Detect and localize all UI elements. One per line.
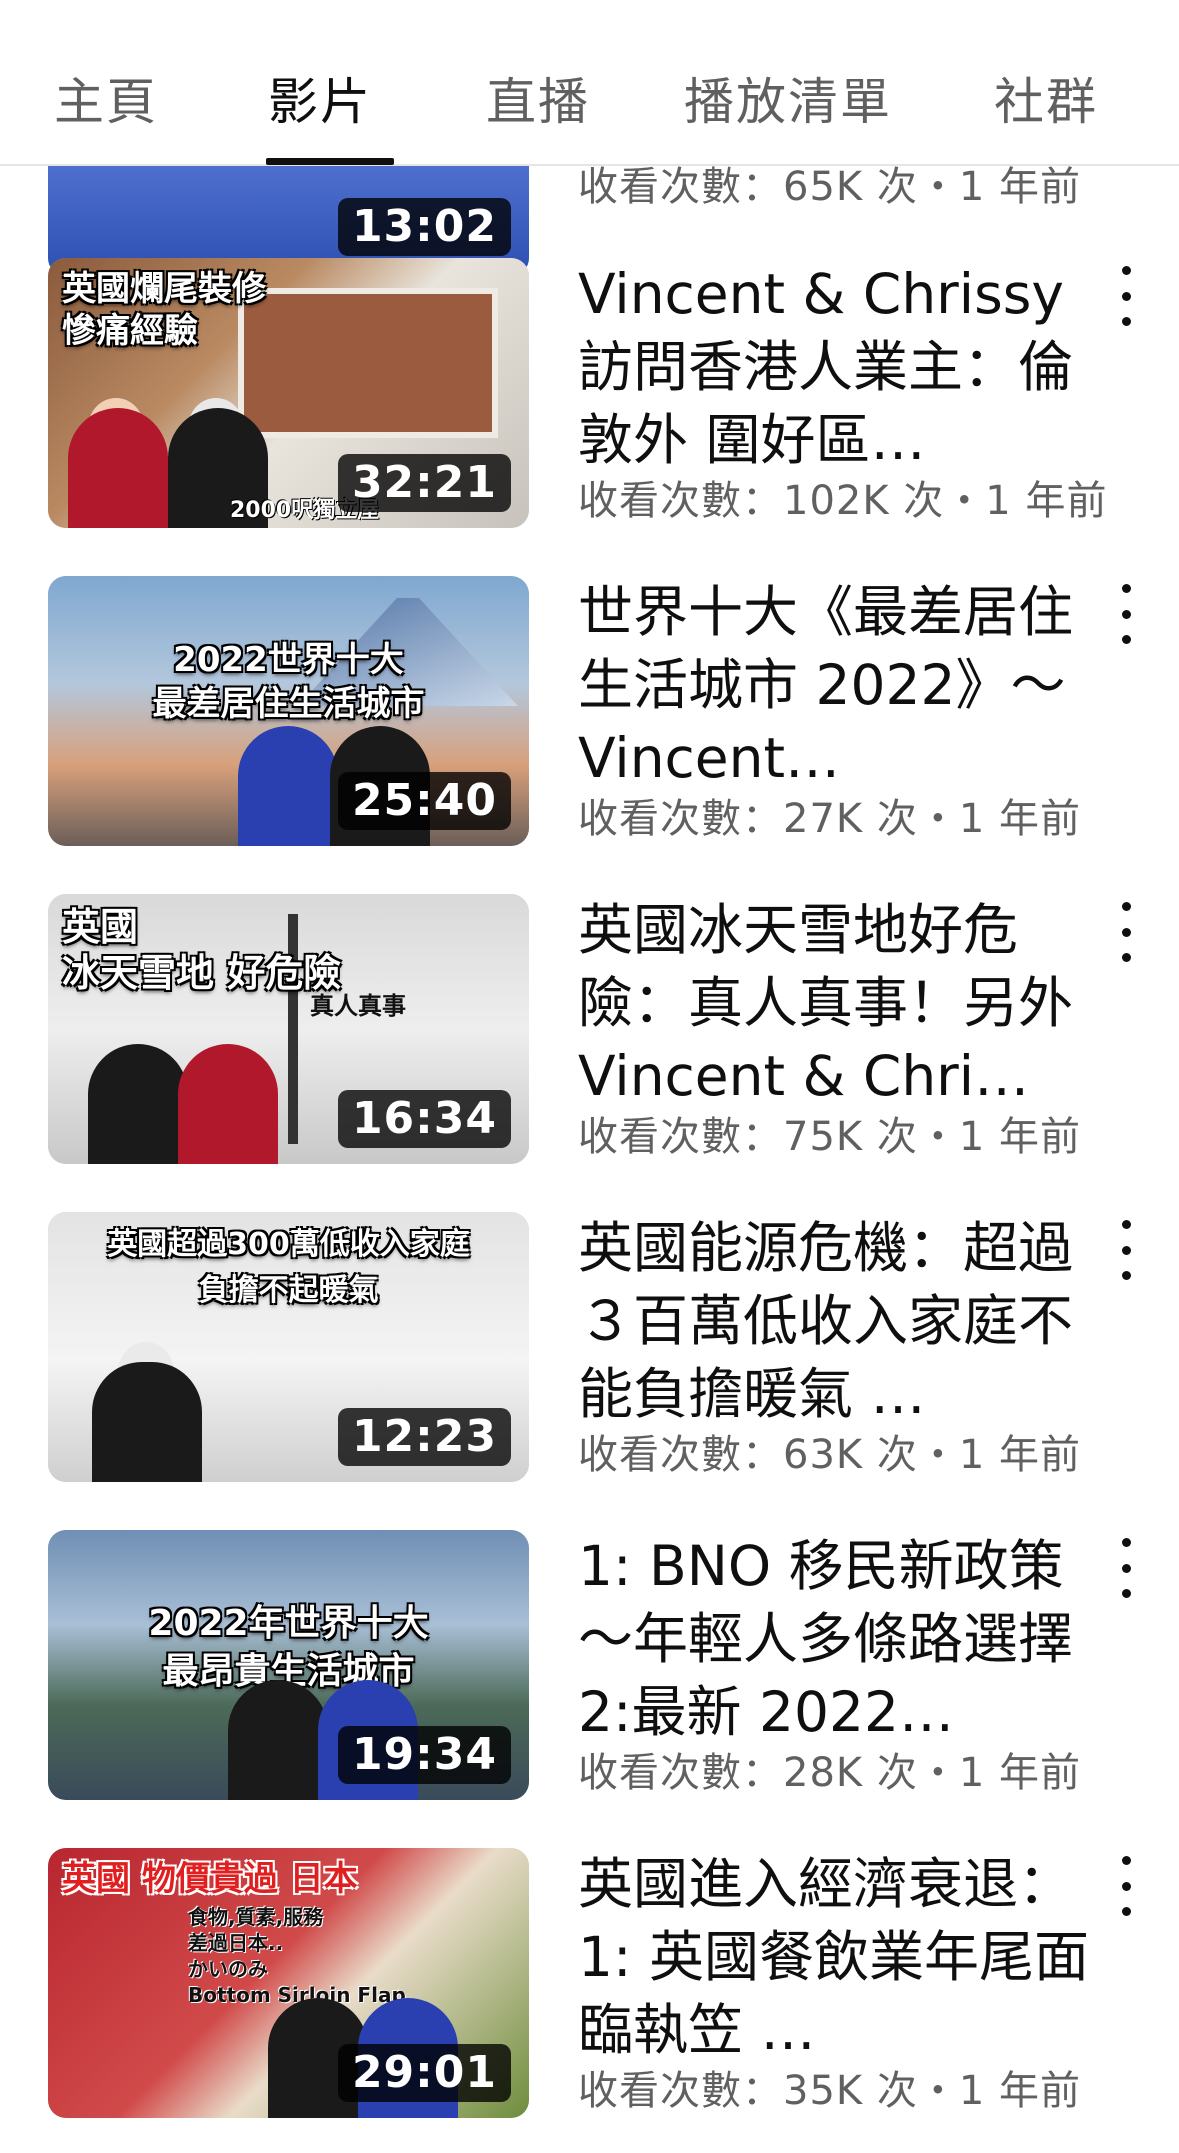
video-title[interactable]: 世界十大《最差居住生活城市 2022》～ Vincent…: [578, 576, 1098, 795]
more-options-icon[interactable]: [1113, 1220, 1139, 1280]
tab-videos[interactable]: 影片: [268, 62, 372, 134]
tab-home[interactable]: 主頁: [54, 62, 158, 134]
video-meta: 收看次數：75K 次・1 年前: [578, 1114, 1082, 1160]
person-body: [228, 1680, 328, 1800]
video-thumbnail[interactable]: 2022年世界十大 最昂貴生活城市 19:34: [48, 1530, 529, 1800]
video-meta: 收看次數：35K 次・1 年前: [578, 2068, 1082, 2114]
video-duration: 25:40: [337, 772, 511, 830]
video-title[interactable]: 1: BNO 移民新政策 ～年輕人多條路選擇 2:最新 2022…: [578, 1530, 1098, 1749]
person-body: [88, 1044, 188, 1164]
thumbnail-caption: 英國 物價貴過 日本: [62, 1859, 358, 1899]
more-options-icon[interactable]: [1113, 584, 1139, 644]
video-thumbnail[interactable]: 英國爛尾裝修 慘痛經驗 2000呎獨立屋 32:21: [48, 258, 529, 528]
more-options-icon[interactable]: [1113, 1538, 1139, 1598]
video-meta: 收看次數：28K 次・1 年前: [578, 1750, 1082, 1796]
thumbnail-subtext: 真人真事: [310, 992, 406, 1020]
thumbnail-caption: 英國超過300萬低收入家庭 負擔不起暖氣: [107, 1227, 470, 1308]
tab-playlists[interactable]: 播放清單: [684, 62, 892, 134]
person-body: [68, 408, 168, 528]
more-options-icon[interactable]: [1113, 1856, 1139, 1916]
more-options-icon[interactable]: [1113, 266, 1139, 326]
active-tab-indicator: [266, 158, 394, 165]
video-title[interactable]: 英國能源危機：超過３百萬低收入家庭不能負擔暖氣 …: [578, 1212, 1098, 1431]
video-title[interactable]: 英國冰天雪地好危險：真人真事！另外 Vincent & Chri…: [578, 894, 1098, 1113]
video-duration: 19:34: [337, 1726, 511, 1784]
person-body: [178, 1044, 278, 1164]
person-body: [238, 726, 338, 846]
video-meta: 收看次數：102K 次・1 年前: [578, 478, 1108, 524]
video-thumbnail[interactable]: 2022世界十大 最差居住生活城市 25:40: [48, 576, 529, 846]
video-duration: 16:34: [337, 1090, 511, 1148]
video-item[interactable]: 英國爛尾裝修 慘痛經驗 2000呎獨立屋 32:21 Vincent & Chr…: [0, 258, 1179, 538]
thumbnail-caption: 2022世界十大 最差居住生活城市: [152, 640, 425, 724]
video-title[interactable]: Vincent & Chrissy 訪問香港人業主：倫敦外 圍好區…: [578, 258, 1098, 477]
video-thumbnail[interactable]: 英國 物價貴過 日本 食物,質素,服務 差過日本.. かいのみ Bottom S…: [48, 1848, 529, 2118]
video-meta: 收看次數：63K 次・1 年前: [578, 1432, 1082, 1478]
person-body: [92, 1362, 202, 1482]
video-duration: 12:23: [337, 1408, 511, 1466]
video-item[interactable]: 英國 冰天雪地 好危險 真人真事 16:34 英國冰天雪地好危險：真人真事！另外…: [0, 894, 1179, 1174]
tab-community[interactable]: 社群: [994, 62, 1098, 134]
video-item[interactable]: 2022世界十大 最差居住生活城市 25:40 世界十大《最差居住生活城市 20…: [0, 576, 1179, 856]
video-title[interactable]: 英國進入經濟衰退： 1: 英國餐飲業年尾面臨執笠 …: [578, 1848, 1098, 2067]
channel-tabs: 主頁 影片 直播 播放清單 社群: [0, 0, 1179, 166]
video-duration: 29:01: [337, 2044, 511, 2102]
video-item[interactable]: 2022年世界十大 最昂貴生活城市 19:34 1: BNO 移民新政策 ～年輕…: [0, 1530, 1179, 1810]
video-item[interactable]: 英國 物價貴過 日本 食物,質素,服務 差過日本.. かいのみ Bottom S…: [0, 1848, 1179, 2128]
video-item[interactable]: 英國超過300萬低收入家庭 負擔不起暖氣 12:23 英國能源危機：超過３百萬低…: [0, 1212, 1179, 1492]
video-thumbnail[interactable]: 英國 冰天雪地 好危險 真人真事 16:34: [48, 894, 529, 1164]
tab-live[interactable]: 直播: [486, 62, 590, 134]
thumbnail-caption: 英國爛尾裝修 慘痛經驗: [62, 269, 266, 351]
video-duration: 32:21: [337, 454, 511, 512]
thumbnail-subtext: 食物,質素,服務 差過日本.. かいのみ Bottom Sirloin Flap: [188, 1905, 406, 2007]
thumbnail-caption: 英國 冰天雪地 好危險: [62, 905, 342, 995]
video-thumbnail[interactable]: 英國超過300萬低收入家庭 負擔不起暖氣 12:23: [48, 1212, 529, 1482]
video-meta: 收看次數：27K 次・1 年前: [578, 796, 1082, 842]
more-options-icon[interactable]: [1113, 902, 1139, 962]
video-duration: 13:02: [337, 198, 511, 256]
